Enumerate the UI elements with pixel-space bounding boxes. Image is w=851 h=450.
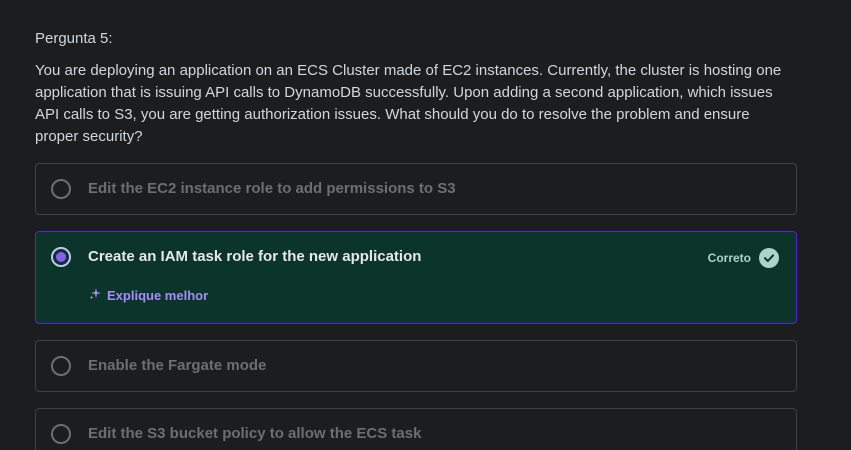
quiz-page: Pergunta 5: You are deploying an applica… bbox=[0, 0, 851, 450]
correct-label: Correto bbox=[707, 251, 751, 265]
answer-option-1[interactable]: Edit the EC2 instance role to add permis… bbox=[35, 163, 797, 215]
sparkle-icon bbox=[89, 287, 102, 303]
explain-more-link[interactable]: Explique melhor bbox=[89, 287, 208, 303]
radio-button[interactable] bbox=[51, 424, 71, 444]
answer-option-label: Enable the Fargate mode bbox=[88, 357, 267, 374]
answer-option-label: Create an IAM task role for the new appl… bbox=[88, 248, 422, 265]
question-number: Pergunta 5: bbox=[35, 30, 113, 47]
answer-option-4[interactable]: Edit the S3 bucket policy to allow the E… bbox=[35, 408, 797, 450]
question-text: You are deploying an application on an E… bbox=[35, 62, 782, 145]
correct-badge: Correto bbox=[708, 248, 779, 268]
answer-option-3[interactable]: Enable the Fargate mode bbox=[35, 340, 797, 392]
radio-button[interactable] bbox=[51, 179, 71, 199]
explain-more-label: Explique melhor bbox=[107, 287, 209, 303]
answer-option-2[interactable]: Create an IAM task role for the new appl… bbox=[35, 231, 797, 324]
answer-option-label: Edit the S3 bucket policy to allow the E… bbox=[88, 425, 422, 442]
check-circle-icon bbox=[759, 248, 779, 268]
answer-option-label: Edit the EC2 instance role to add permis… bbox=[88, 180, 456, 197]
radio-button[interactable] bbox=[51, 356, 71, 376]
radio-button-selected[interactable] bbox=[51, 247, 71, 267]
